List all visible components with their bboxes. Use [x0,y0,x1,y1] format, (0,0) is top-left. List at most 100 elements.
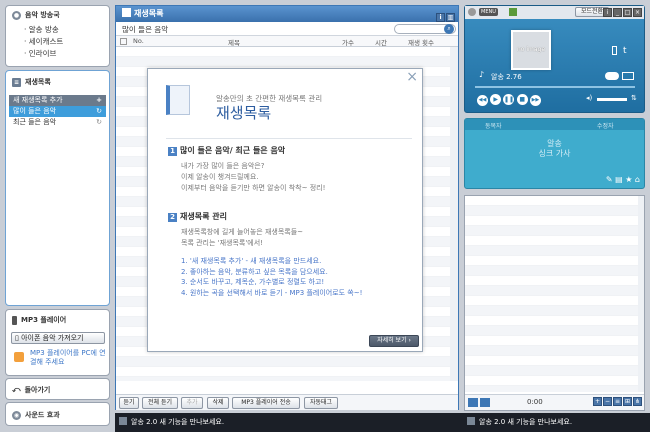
column-header-row: No. 제목 가수 시간 재생 횟수 [116,36,458,47]
col-time[interactable]: 시간 [375,37,387,47]
close-icon[interactable]: × [406,69,418,85]
section1-number: 1 [168,147,177,156]
volume-icon: ◂) [586,94,593,102]
queue-list[interactable] [465,196,644,392]
broadcast-item-alsong[interactable]: · 알송 방송 [6,24,109,36]
broadcast-item-shoutcast[interactable]: · 세이캐스트 [6,36,109,48]
info-icon[interactable]: i [436,13,445,22]
ticker-icon-right [467,417,475,425]
play-all-button[interactable]: 전체 듣기 [142,397,178,409]
maximize-icon[interactable]: □ [623,8,632,17]
new-playlist-button[interactable]: 새 재생목록 추가 + [9,95,106,106]
lyrics-author-right: 수정자 [597,123,614,130]
lyrics-text: 알송 싱크 가사 [538,139,571,158]
close-icon[interactable]: × [633,8,642,17]
list-name-bar: 많이 들은 음악 ⌕ [116,22,458,36]
player-top-bar: MENU 모드전환 i _ □ × [465,6,644,19]
repeat-icon[interactable] [468,398,478,407]
broadcast-item-inlive[interactable]: · 인라이브 [6,48,109,60]
star-icon[interactable]: ★ [625,175,632,184]
mp3-header[interactable]: MP3 플레이어 [6,310,109,330]
queue-toolbar: 0:00 + − ≡ ⊞ ⋔ [465,394,644,410]
music-note-icon: ♪ [479,70,485,79]
layout-icon[interactable]: ▥ [446,13,455,22]
twitter-icon[interactable]: t [623,46,627,56]
sound-panel[interactable]: ◉ 사운드 효과 [5,402,110,426]
select-all-checkbox[interactable] [120,38,127,45]
playlist-header[interactable]: ≡ 재생목록 [6,71,109,93]
playlist-item-recent[interactable]: 최근 들은 음악 ↻ [9,117,106,128]
rewind-icon: ⤺ [12,385,21,394]
ab-repeat-icon[interactable] [605,72,619,80]
shuffle-icon[interactable] [480,398,490,407]
bottom-toolbar: 듣기 전체 듣기 추가 삭제 MP3 플레이어 전송 자동태그 [116,394,458,410]
mp3-panel: MP3 플레이어 ▯ 아이폰 음악 가져오기 MP3 플레이어를 PC에 연결해… [5,309,110,376]
player-panel: MENU 모드전환 i _ □ × no image t ♪ 알송 2.76 ◀◀ ▶… [464,5,645,113]
add-button[interactable]: 추가 [181,397,203,409]
mp3-transfer-button[interactable]: MP3 플레이어 전송 [232,397,300,409]
radio-icon: ● [12,10,21,20]
mp3-player-icon [12,315,17,325]
refresh-icon: ↻ [96,107,102,115]
save-icon[interactable]: ▤ [615,175,623,184]
version-text: 알송 2.76 [491,73,522,81]
status-ticker[interactable]: 알송 2.0 새 기능을 만나보세요. [131,417,224,427]
menu-button[interactable]: MENU [479,8,498,16]
col-playcount[interactable]: 재생 횟수 [408,37,434,47]
lyrics-panel: 동목자 수정자 알송 싱크 가사 ✎ ▤ ★ ⌂ [464,118,645,189]
notebook-icon [166,85,190,115]
home-icon[interactable]: ⌂ [635,175,640,184]
remove-icon[interactable]: − [603,397,612,406]
delete-button[interactable]: 삭제 [207,397,229,409]
info-icon[interactable]: i [603,8,612,17]
plus-icon: + [96,96,102,104]
settings-icon[interactable] [622,72,634,80]
ticker-icon [119,417,127,425]
stop-button[interactable]: ■ [516,94,528,105]
section2-number: 2 [168,213,177,222]
add-icon[interactable]: + [593,397,602,406]
grid-icon[interactable]: ⊞ [623,397,632,406]
tree-icon[interactable]: ⋔ [633,397,642,406]
section1-heading: 많이 들은 음악/ 최근 들은 음악 [180,146,286,155]
search-input[interactable]: ⌕ [394,24,456,34]
auto-tag-button[interactable]: 자동태그 [304,397,338,409]
next-button[interactable]: ▶▶ [529,95,541,106]
playlist-item-most[interactable]: 많이 들은 음악 ↻ [9,106,106,117]
play-selected-button[interactable]: 듣기 [119,397,139,409]
playlist-title-icon [122,8,131,17]
current-list-name: 많이 들은 음악 [122,25,169,34]
search-icon[interactable]: ⌕ [444,24,454,34]
pause-button[interactable]: ❚❚ [503,94,515,105]
playlist-panel: ≡ 재생목록 새 재생목록 추가 + 많이 들은 음악 ↻ 최근 들은 음악 ↻ [5,70,110,306]
section2-heading: 재생목록 관리 [180,212,227,221]
play-button[interactable]: ▶ [490,94,502,105]
status-bar: 알송 2.0 새 기능을 만나보세요. 알송 2.0 새 기능을 만나보세요. [115,413,650,432]
lyric-sync-icon[interactable]: ⇅ [631,94,637,102]
list-icon[interactable]: ≡ [613,397,622,406]
refresh-icon: ↻ [96,118,102,126]
broadcast-header[interactable]: ● 음악 방송국 [6,6,109,24]
seek-bar[interactable] [475,86,635,88]
time-display: 0:00 [527,398,543,406]
minimize-icon[interactable]: _ [613,8,622,17]
edit-icon[interactable]: ✎ [606,175,613,184]
alsong-logo-icon [468,8,476,16]
volume-slider[interactable] [597,98,627,101]
col-no[interactable]: No. [133,37,144,45]
playlist-help-dialog: × 알송만의 초 간편한 재생목록 관리 재생목록 1 많이 들은 음악/ 최근 … [147,68,423,352]
iphone-import-button[interactable]: ▯ 아이폰 음악 가져오기 [11,332,105,344]
prev-button[interactable]: ◀◀ [477,95,488,106]
playlist-icon: ≡ [12,77,21,87]
col-title[interactable]: 제목 [228,37,240,47]
more-details-button[interactable]: 자세히 보기 › [369,335,419,347]
phone-icon[interactable] [612,46,617,55]
rewind-panel[interactable]: ⤺ 돌아가기 [5,378,110,400]
sound-effect-icon: ◉ [12,410,21,420]
broadcast-panel: ● 음악 방송국 · 알송 방송 · 세이캐스트 · 인라이브 [5,5,110,67]
skin-icon[interactable] [509,8,517,16]
queue-panel: 0:00 + − ≡ ⊞ ⋔ [464,195,645,411]
status-ticker-right[interactable]: 알송 2.0 새 기능을 만나보세요. [479,417,572,427]
connect-message: MP3 플레이어를 PC에 연결해 주세요 [30,349,106,366]
col-artist[interactable]: 가수 [342,37,354,47]
